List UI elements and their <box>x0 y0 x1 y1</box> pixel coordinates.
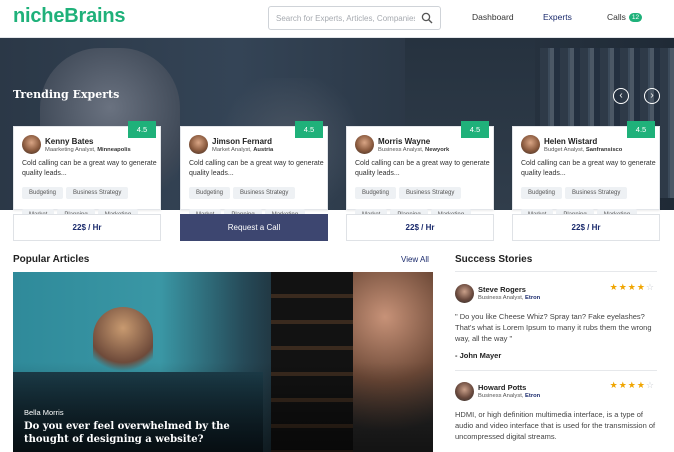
star-icon: ★ <box>636 282 646 292</box>
expert-description: Cold calling can be a great way to gener… <box>22 160 157 177</box>
expert-name[interactable]: Jimson Fernard <box>212 137 272 146</box>
avatar <box>455 382 474 401</box>
skill-tag[interactable]: Business Strategy <box>565 187 628 199</box>
star-icon: ★ <box>609 282 619 292</box>
rating-badge: 4.5 <box>128 121 156 138</box>
expert-location: Minneapolis <box>97 147 131 153</box>
expert-description: Cold calling can be a great way to gener… <box>189 160 324 177</box>
search-icon[interactable] <box>421 12 433 24</box>
skill-tag[interactable]: Business Strategy <box>233 187 296 199</box>
expert-role-title: Budget Analyst, <box>544 147 586 153</box>
expert-location: Newyork <box>425 147 450 153</box>
article-author: Bella Morris <box>24 408 64 417</box>
skill-tag[interactable]: Budgeting <box>189 187 231 199</box>
divider <box>455 271 657 272</box>
expert-role: Market Analyst, Austria <box>212 147 273 153</box>
star-icon: ★ <box>618 282 628 292</box>
skill-tag[interactable]: Budgeting <box>22 187 64 199</box>
avatar <box>22 135 41 154</box>
story-item: Steve Rogers Business Analyst, Etron ★★★… <box>455 282 657 364</box>
expert-role: Budget Analyst, Sanfransisco <box>544 147 622 153</box>
expert-role: Maarketing Analyst, Minneapolis <box>45 147 131 153</box>
star-icon: ★ <box>609 380 619 390</box>
star-icon: ★ <box>618 380 628 390</box>
expert-location: Austria <box>253 147 274 153</box>
nav-calls[interactable]: Calls 12 <box>607 12 643 22</box>
expert-name[interactable]: Morris Wayne <box>378 137 430 146</box>
story-role: Business Analyst, Etron <box>478 295 540 301</box>
expert-name[interactable]: Kenny Bates <box>45 137 93 146</box>
hourly-rate-button[interactable]: 22$ / Hr <box>13 214 161 241</box>
article-title[interactable]: Do you ever feel overwhelmed by the thou… <box>24 420 264 446</box>
calls-count-badge: 12 <box>628 13 643 22</box>
top-navbar: nicheBrains Dashboard Experts Calls12 <box>0 0 674 38</box>
story-company: Etron <box>525 295 541 301</box>
rating-badge: 4.5 <box>461 121 489 138</box>
avatar <box>189 135 208 154</box>
expert-card[interactable]: 4.5 Kenny Bates Maarketing Analyst, Minn… <box>13 121 161 221</box>
star-rating: ★★★★☆ <box>610 282 655 293</box>
chevron-right-icon[interactable]: › <box>644 88 660 104</box>
story-company: Etron <box>525 393 541 399</box>
expert-location: Sanfransisco <box>585 147 623 153</box>
hourly-rate-button[interactable]: 22$ / Hr <box>346 214 494 241</box>
brand-logo[interactable]: nicheBrains <box>13 5 125 28</box>
search-input[interactable] <box>269 7 415 29</box>
story-role: Business Analyst, Etron <box>478 393 540 399</box>
expert-card[interactable]: 4.5 Jimson Fernard Market Analyst, Austr… <box>180 121 328 221</box>
skill-tag[interactable]: Business Strategy <box>66 187 129 199</box>
expert-role: Business Analyst, Newyork <box>378 147 449 153</box>
rating-badge: 4.5 <box>627 121 655 138</box>
nav-dashboard[interactable]: Dashboard <box>472 12 514 22</box>
expert-role-title: Maarketing Analyst, <box>45 147 98 153</box>
trending-experts-title: Trending Experts <box>13 88 120 101</box>
star-outline-icon: ☆ <box>645 380 655 390</box>
avatar <box>521 135 540 154</box>
hourly-rate-button[interactable]: 22$ / Hr <box>512 214 660 241</box>
expert-role-title: Business Analyst, <box>378 147 426 153</box>
view-all-link[interactable]: View All <box>401 255 429 264</box>
request-call-button[interactable]: Request a Call <box>180 214 328 241</box>
star-icon: ★ <box>627 380 637 390</box>
story-role-title: Business Analyst, <box>478 393 526 399</box>
chevron-left-icon[interactable]: ‹ <box>613 88 629 104</box>
expert-card[interactable]: 4.5 Helen Wistard Budget Analyst, Sanfra… <box>512 121 660 221</box>
expert-description: Cold calling can be a great way to gener… <box>355 160 490 177</box>
story-name[interactable]: Steve Rogers <box>478 285 526 294</box>
star-outline-icon: ☆ <box>645 282 655 292</box>
story-author: - John Mayer <box>455 351 502 360</box>
popular-articles-title: Popular Articles <box>13 254 90 265</box>
skill-tag[interactable]: Budgeting <box>521 187 563 199</box>
skill-tag[interactable]: Budgeting <box>355 187 397 199</box>
story-text: " Do you like Cheese Whiz? Spray tan? Fa… <box>455 312 652 343</box>
expert-card[interactable]: 4.5 Morris Wayne Business Analyst, Newyo… <box>346 121 494 221</box>
expert-name[interactable]: Helen Wistard <box>544 137 597 146</box>
nav-experts[interactable]: Experts <box>543 12 572 22</box>
story-role-title: Business Analyst, <box>478 295 526 301</box>
expert-description: Cold calling can be a great way to gener… <box>521 160 656 177</box>
skill-tag[interactable]: Business Strategy <box>399 187 462 199</box>
story-text: HDMI, or high definition multimedia inte… <box>455 410 656 441</box>
featured-article[interactable]: Bella Morris Do you ever feel overwhelme… <box>13 272 433 452</box>
star-rating: ★★★★☆ <box>610 380 655 391</box>
avatar <box>355 135 374 154</box>
divider <box>455 370 657 371</box>
avatar <box>455 284 474 303</box>
star-icon: ★ <box>627 282 637 292</box>
story-name[interactable]: Howard Potts <box>478 383 526 392</box>
success-stories-title: Success Stories <box>455 254 533 265</box>
expert-role-title: Market Analyst, <box>212 147 254 153</box>
rating-badge: 4.5 <box>295 121 323 138</box>
nav-calls-label: Calls <box>607 12 626 22</box>
story-item: Howard Potts Business Analyst, Etron ★★★… <box>455 380 657 448</box>
star-icon: ★ <box>636 380 646 390</box>
search-box[interactable] <box>268 6 441 30</box>
